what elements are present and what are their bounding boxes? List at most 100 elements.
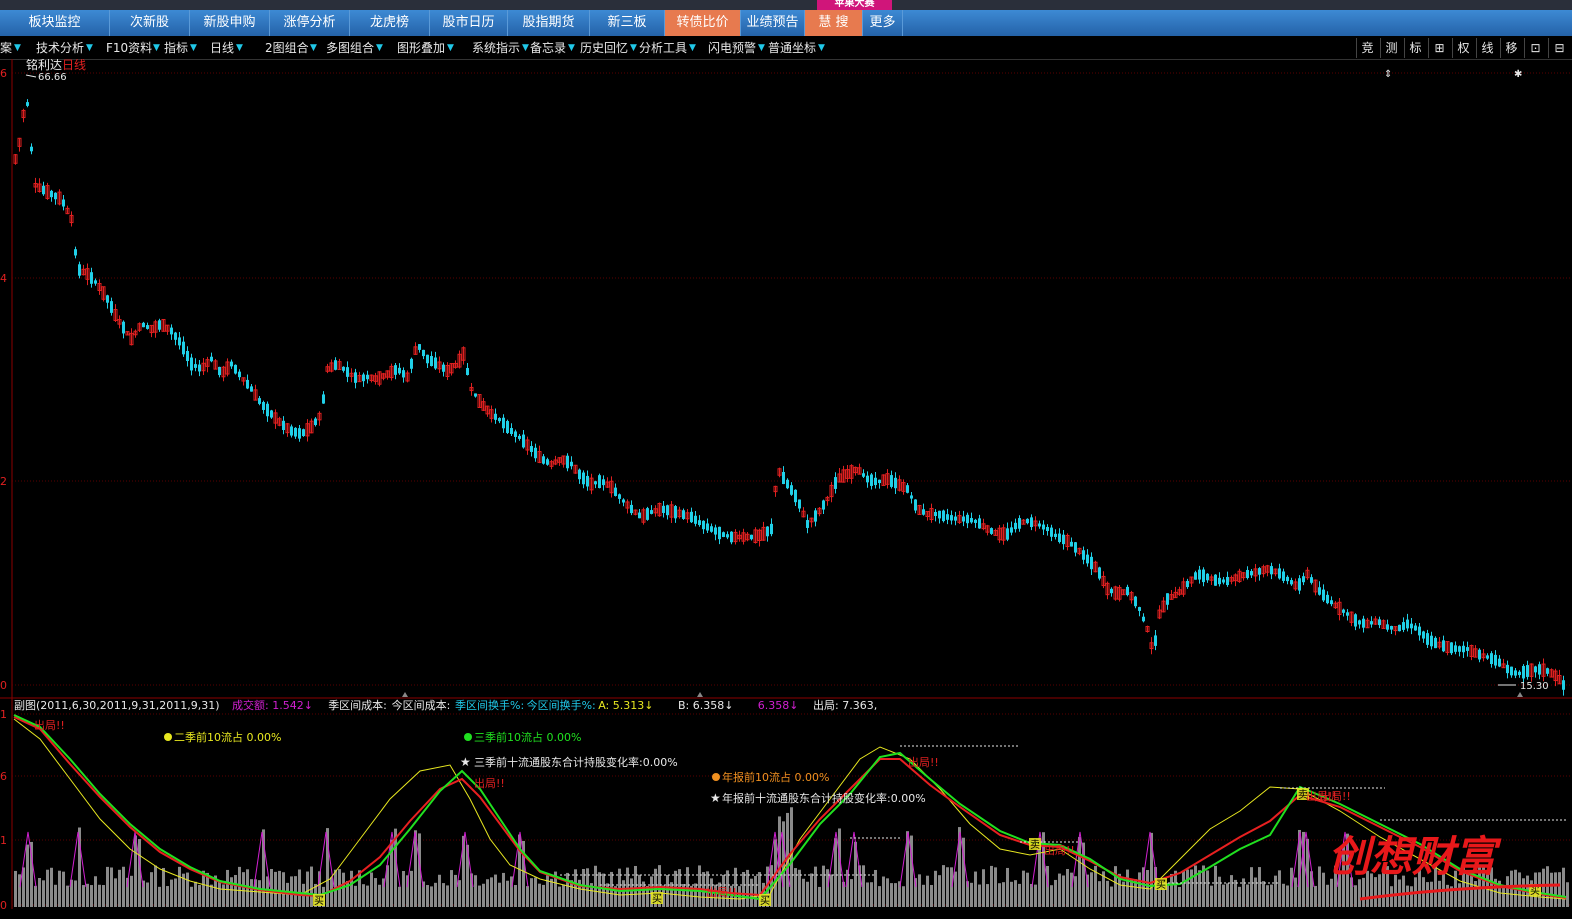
toolbar-item-1[interactable]: 技术分析 <box>36 37 84 59</box>
toolbar-item-7[interactable]: 图形叠加 <box>397 37 445 59</box>
dropdown-arrow-icon[interactable]: ▼ <box>522 37 529 59</box>
nav-item-4[interactable]: 龙虎榜 <box>350 10 430 36</box>
volume-bar <box>370 872 373 907</box>
candle-down <box>1354 614 1357 627</box>
nav-item-2[interactable]: 新股申购 <box>190 10 270 36</box>
volume-bar <box>950 867 953 907</box>
dropdown-arrow-icon[interactable]: ▼ <box>818 37 825 59</box>
volume-bar <box>1246 884 1249 907</box>
toolbar-item-4[interactable]: 日线 <box>210 37 234 59</box>
candle-down <box>1418 626 1421 636</box>
candle-down <box>622 499 625 503</box>
exit-signal-label: 出局!! <box>706 885 737 899</box>
toolbar-right-button-1[interactable]: 测 <box>1380 38 1402 58</box>
nav-item-6[interactable]: 股指期货 <box>508 10 590 36</box>
candle-down <box>794 489 797 503</box>
volume-bar <box>38 878 41 907</box>
annotation-q3-dot-icon <box>464 733 472 741</box>
candle-down <box>1082 550 1085 560</box>
dropdown-arrow-icon[interactable]: ▼ <box>758 37 765 59</box>
toolbar-item-10[interactable]: 历史回忆 <box>580 37 628 59</box>
nav-item-1[interactable]: 次新股 <box>110 10 190 36</box>
dropdown-arrow-icon[interactable]: ▼ <box>236 37 243 59</box>
volume-bar <box>1506 876 1509 907</box>
dropdown-arrow-icon[interactable]: ▼ <box>630 37 637 59</box>
toolbar-item-0[interactable]: 案 <box>0 37 12 59</box>
volume-bar <box>802 878 805 907</box>
toolbar-item-13[interactable]: 普通坐标 <box>768 37 816 59</box>
nav-item-8[interactable]: 转债比价 <box>665 10 741 36</box>
candle-down <box>1390 625 1393 630</box>
toolbar-item-3[interactable]: 指标 <box>164 37 188 59</box>
volume-bar <box>894 883 897 907</box>
candle-down <box>1166 593 1169 605</box>
candle-down <box>782 471 785 485</box>
candle-down <box>1202 569 1205 583</box>
volume-bar <box>1258 867 1261 907</box>
kline-chart[interactable]: 6420 ⇕ ✱ 铭利达 日线 66.66 15.30 副图(2011,6,30,… <box>0 59 1572 919</box>
volume-bar <box>998 883 1001 907</box>
volume-bar <box>1330 878 1333 907</box>
candle-down <box>366 374 369 380</box>
candle-down <box>194 364 197 368</box>
volume-bar <box>546 875 549 907</box>
toolbar-item-6[interactable]: 多图组合 <box>326 37 374 59</box>
candle-down <box>398 367 401 374</box>
nav-item-3[interactable]: 涨停分析 <box>270 10 350 36</box>
toolbar-right-button-4[interactable]: 权 <box>1452 38 1474 58</box>
candle-down <box>1490 653 1493 665</box>
toolbar-item-9[interactable]: 备忘录 <box>530 37 566 59</box>
nav-item-0[interactable]: 板块监控 <box>0 10 110 36</box>
toolbar-right-button-3[interactable]: ⊞ <box>1428 38 1450 58</box>
dropdown-arrow-icon[interactable]: ▼ <box>153 37 160 59</box>
candle-down <box>1058 533 1061 543</box>
candle-down <box>1546 668 1549 674</box>
toolbar-right-button-8[interactable]: ⊟ <box>1548 38 1570 58</box>
toolbar-item-5[interactable]: 2图组合 <box>265 37 309 59</box>
toolbar-item-8[interactable]: 系统指示 <box>472 37 520 59</box>
toolbar-right-button-2[interactable]: 标 <box>1404 38 1426 58</box>
sub-legend-item-8: 出局: 7.363, <box>813 698 877 712</box>
dropdown-arrow-icon[interactable]: ▼ <box>190 37 197 59</box>
candle-down <box>474 393 477 397</box>
candle-down <box>878 479 881 484</box>
volume-bar <box>218 881 221 907</box>
volume-bar <box>398 886 401 907</box>
toolbar-item-12[interactable]: 闪电预警 <box>708 37 756 59</box>
signal-label: 买 <box>652 893 662 905</box>
volume-bar <box>1198 870 1201 907</box>
candle-down <box>974 519 977 523</box>
volume-bar <box>1018 883 1021 907</box>
nav-item-7[interactable]: 新三板 <box>590 10 665 36</box>
toolbar-right-button-0[interactable]: 竞 <box>1356 38 1378 58</box>
dropdown-arrow-icon[interactable]: ▼ <box>689 37 696 59</box>
volume-bar <box>426 885 429 907</box>
nav-item-11[interactable]: 更多 <box>863 10 903 36</box>
candle-down <box>1270 566 1273 575</box>
dropdown-arrow-icon[interactable]: ▼ <box>568 37 575 59</box>
dropdown-arrow-icon[interactable]: ▼ <box>447 37 454 59</box>
candle-down <box>518 435 521 439</box>
candle-down <box>1038 523 1041 527</box>
toolbar-item-11[interactable]: 分析工具 <box>639 37 687 59</box>
dropdown-arrow-icon[interactable]: ▼ <box>376 37 383 59</box>
candle-down <box>542 456 545 464</box>
candle-down <box>954 516 957 521</box>
dropdown-arrow-icon[interactable]: ▼ <box>310 37 317 59</box>
toolbar-right-button-7[interactable]: ⊡ <box>1524 38 1546 58</box>
nav-item-5[interactable]: 股市日历 <box>430 10 508 36</box>
candle-down <box>282 420 285 430</box>
dropdown-arrow-icon[interactable]: ▼ <box>86 37 93 59</box>
nav-item-10[interactable]: 慧 搜 <box>805 10 863 36</box>
promo-badge[interactable]: 苹果大赛 <box>817 0 892 10</box>
volume-bar <box>1406 885 1409 907</box>
candle-down <box>766 526 769 537</box>
nav-item-9[interactable]: 业绩预告 <box>741 10 805 36</box>
candle-down <box>234 364 237 374</box>
candlestick-series: ⇕ ✱ <box>13 69 1565 697</box>
volume-bar <box>274 871 277 907</box>
toolbar-right-button-5[interactable]: 线 <box>1476 38 1498 58</box>
toolbar-right-button-6[interactable]: 移 <box>1500 38 1522 58</box>
toolbar-item-2[interactable]: F10资料 <box>106 37 152 59</box>
dropdown-arrow-icon[interactable]: ▼ <box>14 37 21 59</box>
